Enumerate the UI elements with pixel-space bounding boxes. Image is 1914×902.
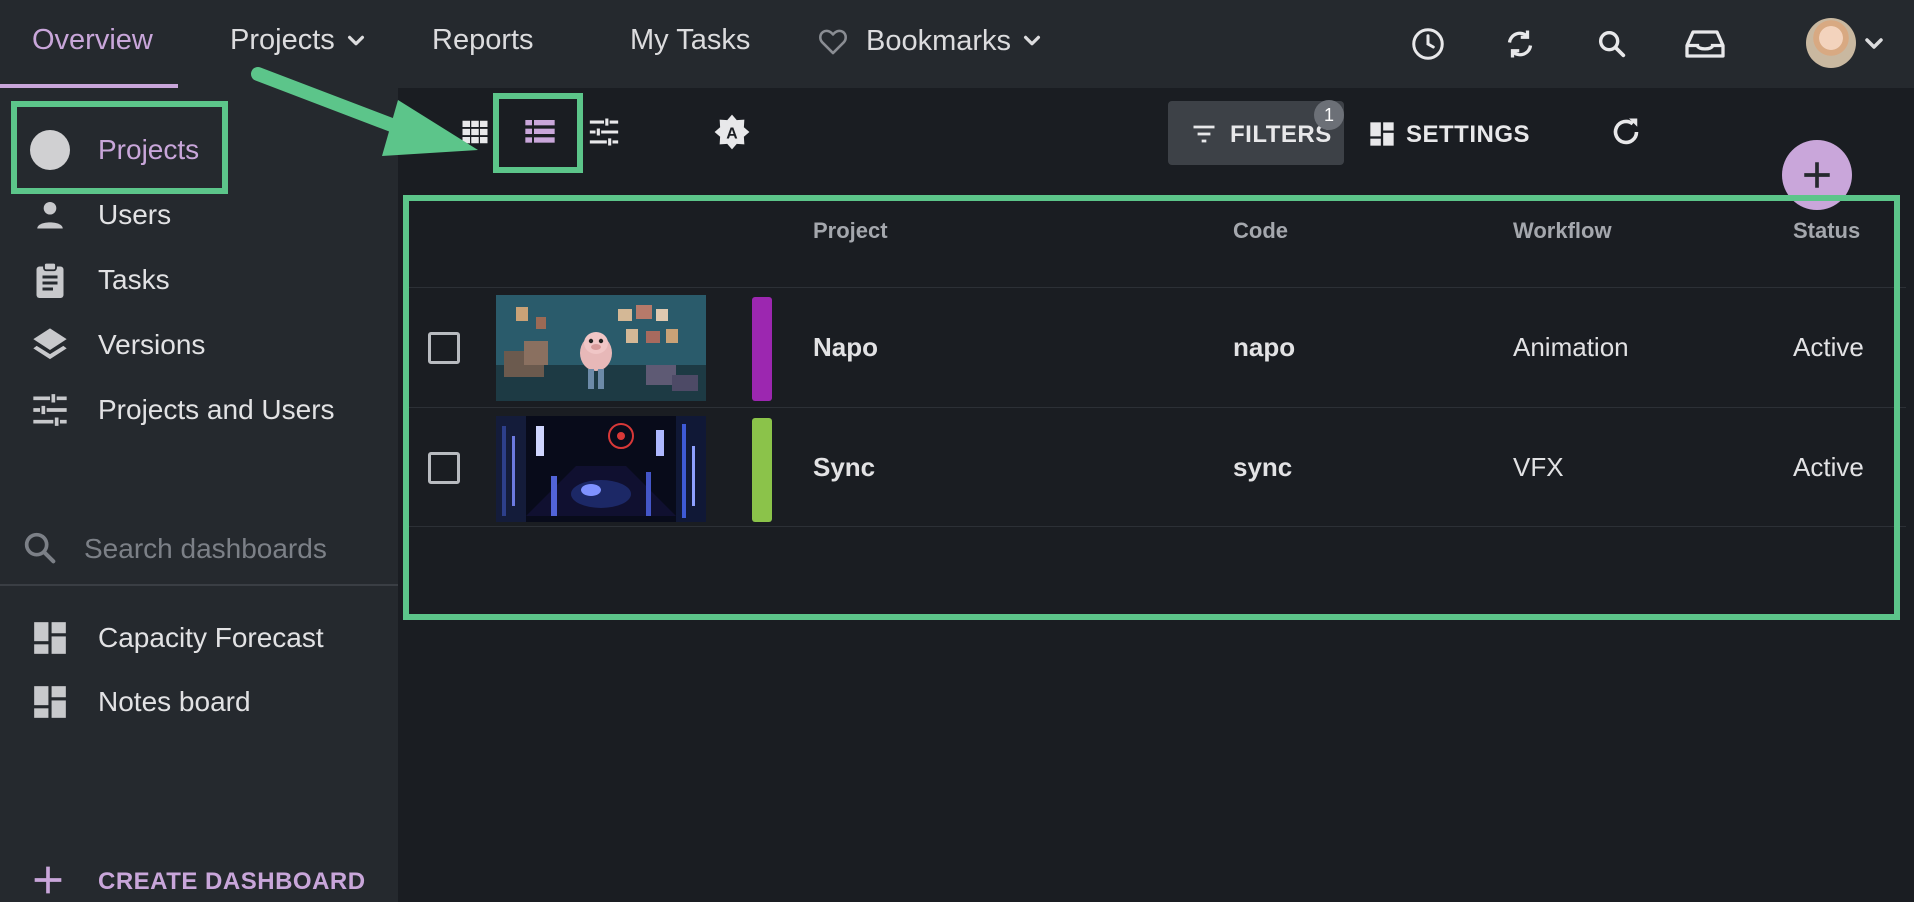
highlight-box-list-view <box>493 93 583 173</box>
svg-text:A: A <box>726 125 738 142</box>
sidebar-item-label: Users <box>98 199 172 230</box>
highlight-box-projects <box>11 101 228 194</box>
dashboard-icon <box>1370 122 1394 146</box>
clipboard-icon <box>28 258 72 302</box>
layers-icon <box>28 323 72 367</box>
person-icon <box>28 193 72 237</box>
filters-count-badge: 1 <box>1314 100 1344 130</box>
sync-icon[interactable] <box>1498 22 1542 66</box>
dashboard-item-capacity-forecast[interactable]: Capacity Forecast <box>0 610 398 666</box>
chevron-down-icon <box>1024 35 1041 46</box>
sidebar: Projects Users Tasks Versions Projects a… <box>0 88 398 902</box>
chevron-down-icon <box>347 35 364 45</box>
settings-label: SETTINGS <box>1406 121 1531 148</box>
dashboard-search <box>0 516 398 586</box>
refresh-icon[interactable] <box>1604 110 1648 154</box>
sidebar-item-versions[interactable]: Versions <box>0 317 398 373</box>
nav-my-tasks[interactable]: My Tasks <box>630 24 750 57</box>
clock-icon[interactable] <box>1406 22 1450 66</box>
create-dashboard-label: CREATE DASHBOARD <box>98 868 366 895</box>
sidebar-item-label: Versions <box>98 329 206 360</box>
sidebar-item-projects-and-users[interactable]: Projects and Users <box>0 382 398 438</box>
nav-reports-label: Reports <box>432 24 534 56</box>
nav-projects-label: Projects <box>230 24 335 56</box>
nav-overview-label: Overview <box>32 24 153 56</box>
plus-icon <box>34 866 62 894</box>
chevron-down-icon[interactable] <box>1862 32 1886 56</box>
annotation-arrow <box>251 67 478 156</box>
highlight-box-table <box>403 195 1900 620</box>
sidebar-item-label: Tasks <box>98 264 170 295</box>
nav-my-tasks-label: My Tasks <box>630 24 751 56</box>
nav-bookmarks[interactable]: Bookmarks <box>816 24 1043 58</box>
user-avatar[interactable] <box>1806 18 1856 68</box>
settings-button[interactable]: SETTINGS <box>1362 101 1562 165</box>
dashboard-item-label: Notes board <box>98 686 251 717</box>
plus-icon <box>1804 162 1830 188</box>
inbox-icon[interactable] <box>1680 22 1730 66</box>
heart-icon <box>819 29 847 55</box>
search-icon <box>24 532 56 564</box>
nav-projects[interactable]: Projects <box>230 24 367 57</box>
dashboard-icon <box>28 616 72 660</box>
dashboard-icon <box>28 680 72 724</box>
search-icon[interactable] <box>1590 22 1634 66</box>
filter-icon <box>1193 125 1215 143</box>
sidebar-item-tasks[interactable]: Tasks <box>0 252 398 308</box>
auto-theme-icon[interactable]: A <box>710 110 754 154</box>
nav-overview[interactable]: Overview <box>32 24 153 57</box>
nav-reports[interactable]: Reports <box>432 24 534 57</box>
tune-icon[interactable] <box>582 110 626 154</box>
sidebar-item-label: Projects and Users <box>98 394 335 425</box>
dashboard-search-input[interactable] <box>84 526 384 572</box>
sidebar-item-users[interactable]: Users <box>0 187 398 243</box>
create-dashboard-button[interactable]: CREATE DASHBOARD <box>0 854 398 902</box>
nav-bookmarks-label: Bookmarks <box>866 24 1012 57</box>
filters-label: FILTERS <box>1230 121 1332 148</box>
dashboard-item-label: Capacity Forecast <box>98 622 324 653</box>
sliders-icon <box>28 388 72 432</box>
dashboard-item-notes-board[interactable]: Notes board <box>0 674 398 730</box>
